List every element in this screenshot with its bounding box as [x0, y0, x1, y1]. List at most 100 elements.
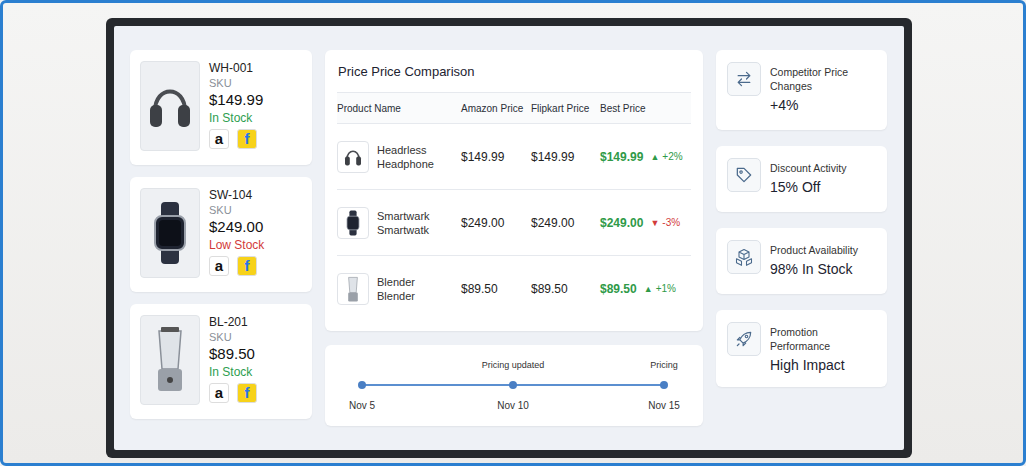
dashboard: WH-001SKU$149.99In StockafSW-104SKU$249.… — [114, 26, 904, 450]
boxes-icon — [734, 247, 754, 267]
timeline-point[interactable]: Pricing Nov 15 — [634, 359, 694, 411]
panel-title: Price Price Comparison — [337, 50, 691, 92]
name-line: Headrless — [377, 143, 434, 157]
name-line: Blender — [377, 275, 415, 289]
monitor: WH-001SKU$149.99In StockafSW-104SKU$249.… — [106, 18, 912, 458]
label-line: Discount Activity — [770, 161, 846, 175]
name-line: Smartwatk — [377, 223, 430, 237]
metric-card[interactable]: Discount Activity15% Off — [716, 146, 887, 212]
column-header: Flipkart Price — [531, 103, 600, 114]
product-name: HeadrlessHeadphone — [377, 143, 434, 171]
marketplace-logo-icon[interactable]: f — [237, 256, 257, 276]
metric-value: High Impact — [770, 355, 879, 375]
sku-code: WH-001 — [209, 61, 263, 76]
page-frame: WH-001SKU$149.99In StockafSW-104SKU$249.… — [0, 0, 1026, 466]
label-line: Promotion Performance — [770, 325, 879, 353]
label-line: Product Availability — [770, 243, 858, 257]
best-price-cell: $149.99▲+2% — [600, 150, 691, 164]
table-row[interactable]: HeadrlessHeadphone$149.99$149.99$149.99▲… — [337, 123, 691, 189]
marketplace-logo-icon[interactable]: f — [237, 383, 257, 403]
metric-label: Competitor PriceChanges — [770, 65, 848, 93]
metric-icon-box — [727, 62, 761, 96]
best-price: $249.00 — [600, 216, 643, 230]
blender-icon — [147, 325, 193, 395]
event-date: Nov 15 — [648, 400, 680, 411]
product-image — [140, 61, 200, 151]
stock-status: Low Stock — [209, 237, 264, 253]
amazon-price: $89.50 — [461, 282, 531, 296]
product-name: SmartwarkSmartwatk — [377, 209, 430, 237]
marketplace-badges: af — [209, 129, 263, 149]
amazon-price: $149.99 — [461, 150, 531, 164]
table-row[interactable]: BlenderBlender$89.50$89.50$89.50▲+1% — [337, 255, 691, 321]
best-price-cell: $249.00 ▼-3% — [600, 216, 691, 230]
marketplace-logo-icon[interactable]: a — [209, 383, 229, 403]
metric-value: 98% In Stock — [770, 259, 858, 279]
metric-card[interactable]: Product Availability 98% In Stock — [716, 228, 887, 294]
metric-icon-box — [727, 240, 761, 274]
pricing-timeline: Nov 5 Pricing updatedNov 10 Pricing Nov 15 — [325, 345, 703, 426]
rocket-icon — [734, 329, 754, 349]
headphones-icon — [147, 71, 193, 141]
name-line: Blender — [377, 289, 415, 303]
timeline-dot — [660, 381, 668, 389]
name-line: Smartwark — [377, 209, 430, 223]
name-line: Headphone — [377, 157, 434, 171]
price-change: ▼-3% — [650, 217, 680, 228]
label-line: Competitor Price — [770, 65, 848, 79]
product-name: BlenderBlender — [377, 275, 415, 303]
table-row[interactable]: SmartwarkSmartwatk$249.00$249.00$249.00▼… — [337, 189, 691, 255]
product-list: WH-001SKU$149.99In StockafSW-104SKU$249.… — [130, 50, 312, 419]
change-value: -3% — [662, 217, 680, 228]
price-change: ▲+1% — [644, 283, 676, 294]
metric-value: +4% — [770, 95, 848, 115]
metric-label: Discount Activity — [770, 161, 846, 175]
amazon-price: $249.00 — [461, 216, 531, 230]
metric-text: Discount Activity15% Off — [770, 158, 846, 197]
metrics-column: Competitor PriceChanges+4%Discount Activ… — [716, 50, 887, 387]
event-label: Pricing — [650, 359, 678, 371]
product-info: WH-001SKU$149.99In Stockaf — [209, 61, 263, 154]
product-image — [140, 188, 200, 278]
timeline-point[interactable]: Pricing updatedNov 10 — [483, 359, 543, 411]
product-price: $89.50 — [209, 344, 257, 364]
metric-card[interactable]: Promotion PerformanceHigh Impact — [716, 310, 887, 387]
flipkart-price: $149.99 — [531, 150, 600, 164]
comparison-column: Price Price ComparisonProduct NameAmazon… — [325, 50, 703, 426]
trend-icon: ▲ — [650, 152, 659, 162]
stock-status: In Stock — [209, 110, 263, 126]
best-price-cell: $89.50▲+1% — [600, 282, 691, 296]
metric-label: Product Availability — [770, 243, 858, 257]
product-price: $249.00 — [209, 217, 264, 237]
marketplace-logo-icon[interactable]: a — [209, 129, 229, 149]
column-header: Amazon Price — [461, 103, 531, 114]
product-info: SW-104SKU$249.00Low Stockaf — [209, 188, 264, 281]
table-header: Product NameAmazon PriceFlipkart PriceBe… — [337, 92, 691, 123]
product-card[interactable]: BL-201SKU$89.50In Stockaf — [130, 304, 312, 419]
timeline-point[interactable]: Nov 5 — [332, 359, 392, 411]
headphones-icon — [343, 143, 363, 171]
marketplace-logo-icon[interactable]: a — [209, 256, 229, 276]
sku-label: SKU — [209, 76, 263, 90]
product-card[interactable]: WH-001SKU$149.99In Stockaf — [130, 50, 312, 165]
label-line: Changes — [770, 79, 848, 93]
marketplace-logo-icon[interactable]: f — [237, 129, 257, 149]
product-thumbnail — [337, 273, 369, 305]
product-image — [140, 315, 200, 405]
product-name-cell: SmartwarkSmartwatk — [337, 207, 461, 239]
tag-icon — [734, 165, 754, 185]
timeline-dot — [358, 381, 366, 389]
sku-code: SW-104 — [209, 188, 264, 203]
price-change: ▲+2% — [650, 151, 682, 162]
product-card[interactable]: SW-104SKU$249.00Low Stockaf — [130, 177, 312, 292]
trend-icon: ▲ — [644, 284, 653, 294]
metric-text: Product Availability 98% In Stock — [770, 240, 858, 279]
flipkart-price: $89.50 — [531, 282, 600, 296]
product-name-cell: HeadrlessHeadphone — [337, 141, 461, 173]
metric-text: Competitor PriceChanges+4% — [770, 62, 848, 115]
smartwatch-icon — [147, 198, 193, 268]
metric-icon-box — [727, 322, 761, 356]
trend-icon: ▼ — [650, 218, 659, 228]
metric-card[interactable]: Competitor PriceChanges+4% — [716, 50, 887, 130]
marketplace-badges: af — [209, 256, 264, 276]
